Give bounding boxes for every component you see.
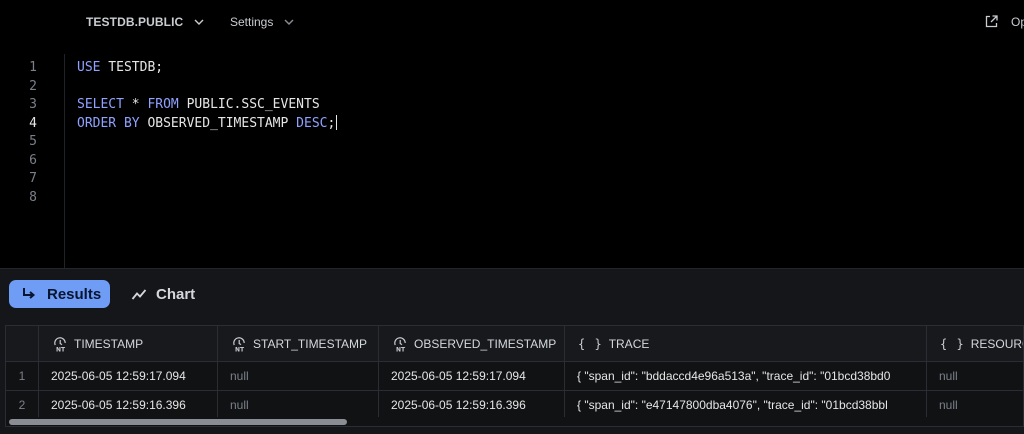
editor-line[interactable]: 7 — [0, 170, 1024, 188]
column-header-trace[interactable]: { } TRACE — [565, 326, 927, 361]
line-number: 3 — [29, 97, 37, 112]
cell-trace[interactable]: { "span_id": "e47147800dba4076", "trace_… — [565, 391, 927, 419]
chevron-down-icon — [284, 19, 294, 25]
line-number: 2 — [29, 78, 37, 94]
results-tab-bar: Results Chart — [0, 268, 1024, 318]
settings-label: Settings — [230, 15, 274, 29]
column-header-start-timestamp[interactable]: NT START_TIMESTAMP — [218, 326, 379, 361]
line-number: 7 — [29, 171, 37, 186]
results-grid: NT TIMESTAMP NT START_TIMESTAMP NT OBSER… — [5, 325, 1024, 427]
timestamp-ntz-icon: NT — [392, 336, 408, 353]
return-arrow-icon — [23, 288, 36, 299]
cell-timestamp[interactable]: 2025-06-05 12:59:16.396 — [39, 391, 218, 419]
table-row[interactable]: 1 2025-06-05 12:59:17.094 null 2025-06-0… — [6, 362, 1023, 391]
line-number: 6 — [29, 152, 37, 168]
sql-keyword: ORDER BY — [77, 115, 140, 131]
timestamp-ntz-icon: NT — [231, 336, 247, 353]
column-header-observed-timestamp[interactable]: NT OBSERVED_TIMESTAMP — [379, 326, 565, 361]
sql-keyword: DESC — [296, 115, 328, 131]
column-header-label: START_TIMESTAMP — [253, 336, 368, 351]
line-number: 5 — [29, 134, 37, 149]
text-cursor — [336, 114, 338, 130]
cell-resource[interactable]: null — [927, 391, 1023, 419]
column-header-label: TIMESTAMP — [74, 336, 144, 351]
tab-chart[interactable]: Chart — [131, 280, 195, 308]
object-braces-icon: { } — [578, 336, 603, 351]
horizontal-scrollbar[interactable] — [6, 417, 1023, 426]
tab-results-label: Results — [47, 285, 102, 303]
sql-text: * — [123, 97, 148, 112]
code-text[interactable]: USE TESTDB; — [77, 59, 163, 77]
code-text[interactable]: ORDER BY OBSERVED_TIMESTAMP DESC; — [77, 114, 338, 133]
sql-keyword: SELECT — [77, 97, 124, 112]
open-label: Op — [1011, 14, 1024, 29]
editor-line[interactable]: 2 — [0, 78, 1024, 96]
line-number: 1 — [29, 60, 37, 75]
grid-header: NT TIMESTAMP NT START_TIMESTAMP NT OBSER… — [6, 326, 1023, 362]
cell-observed-timestamp[interactable]: 2025-06-05 12:59:17.094 — [379, 362, 565, 390]
column-header-label: OBSERVED_TIMESTAMP — [414, 336, 557, 351]
editor-line[interactable]: 1 USE TESTDB; — [0, 59, 1024, 77]
object-braces-icon: { } — [940, 336, 965, 351]
database-selector[interactable]: TESTDB.PUBLIC — [86, 15, 205, 29]
database-label: TESTDB.PUBLIC — [86, 15, 184, 29]
code-text[interactable]: SELECT * FROM PUBLIC.SSC_EVENTS — [77, 96, 320, 114]
row-number: 2 — [6, 391, 39, 419]
scrollbar-thumb[interactable] — [9, 419, 347, 425]
column-header-resource[interactable]: { } RESOURCE — [927, 326, 1023, 361]
line-number: 4 — [29, 115, 37, 131]
row-number-header — [6, 326, 39, 361]
editor-line[interactable]: 6 — [0, 152, 1024, 170]
sql-text: OBSERVED_TIMESTAMP — [139, 115, 297, 131]
editor-line[interactable]: 8 — [0, 189, 1024, 207]
svg-text:NT: NT — [396, 346, 406, 352]
column-header-label: RESOURCE — [970, 336, 1023, 351]
sql-text: PUBLIC.SSC_EVENTS — [178, 97, 320, 112]
column-header-timestamp[interactable]: NT TIMESTAMP — [39, 326, 218, 361]
cell-trace[interactable]: { "span_id": "bddaccd4e96a513a", "trace_… — [565, 362, 927, 390]
line-chart-icon — [131, 289, 147, 300]
external-link-icon — [985, 15, 998, 28]
sql-editor[interactable]: 1 USE TESTDB; 2 3 SELECT * FROM PUBLIC.SSC_E… — [0, 46, 1024, 268]
table-row[interactable]: 2 2025-06-05 12:59:16.396 null 2025-06-0… — [6, 391, 1023, 420]
row-number: 1 — [6, 362, 39, 390]
cell-resource[interactable]: null — [927, 362, 1023, 390]
svg-text:NT: NT — [235, 346, 245, 352]
sql-keyword: FROM — [147, 97, 179, 112]
results-panel: NT TIMESTAMP NT START_TIMESTAMP NT OBSER… — [0, 318, 1024, 434]
sql-text: TESTDB; — [100, 60, 164, 75]
editor-line[interactable]: 5 — [0, 133, 1024, 151]
cell-start-timestamp[interactable]: null — [218, 391, 379, 419]
sql-text: ; — [327, 115, 336, 131]
svg-text:NT: NT — [56, 346, 66, 352]
cell-timestamp[interactable]: 2025-06-05 12:59:17.094 — [39, 362, 218, 390]
tab-chart-label: Chart — [156, 285, 196, 303]
cell-observed-timestamp[interactable]: 2025-06-05 12:59:16.396 — [379, 391, 565, 419]
timestamp-ntz-icon: NT — [52, 336, 68, 353]
sql-keyword: USE — [77, 60, 101, 75]
column-header-label: TRACE — [608, 336, 650, 351]
chevron-down-icon — [194, 19, 204, 25]
tab-results[interactable]: Results — [9, 280, 110, 308]
settings-menu[interactable]: Settings — [230, 15, 295, 29]
cell-start-timestamp[interactable]: null — [218, 362, 379, 390]
line-number: 8 — [29, 189, 37, 205]
editor-line[interactable]: 4 ORDER BY OBSERVED_TIMESTAMP DESC; — [0, 114, 1024, 133]
open-external-button[interactable]: Op — [984, 14, 1024, 29]
editor-line[interactable]: 3 SELECT * FROM PUBLIC.SSC_EVENTS — [0, 96, 1024, 114]
editor-toolbar: TESTDB.PUBLIC Settings Op — [0, 0, 1024, 46]
